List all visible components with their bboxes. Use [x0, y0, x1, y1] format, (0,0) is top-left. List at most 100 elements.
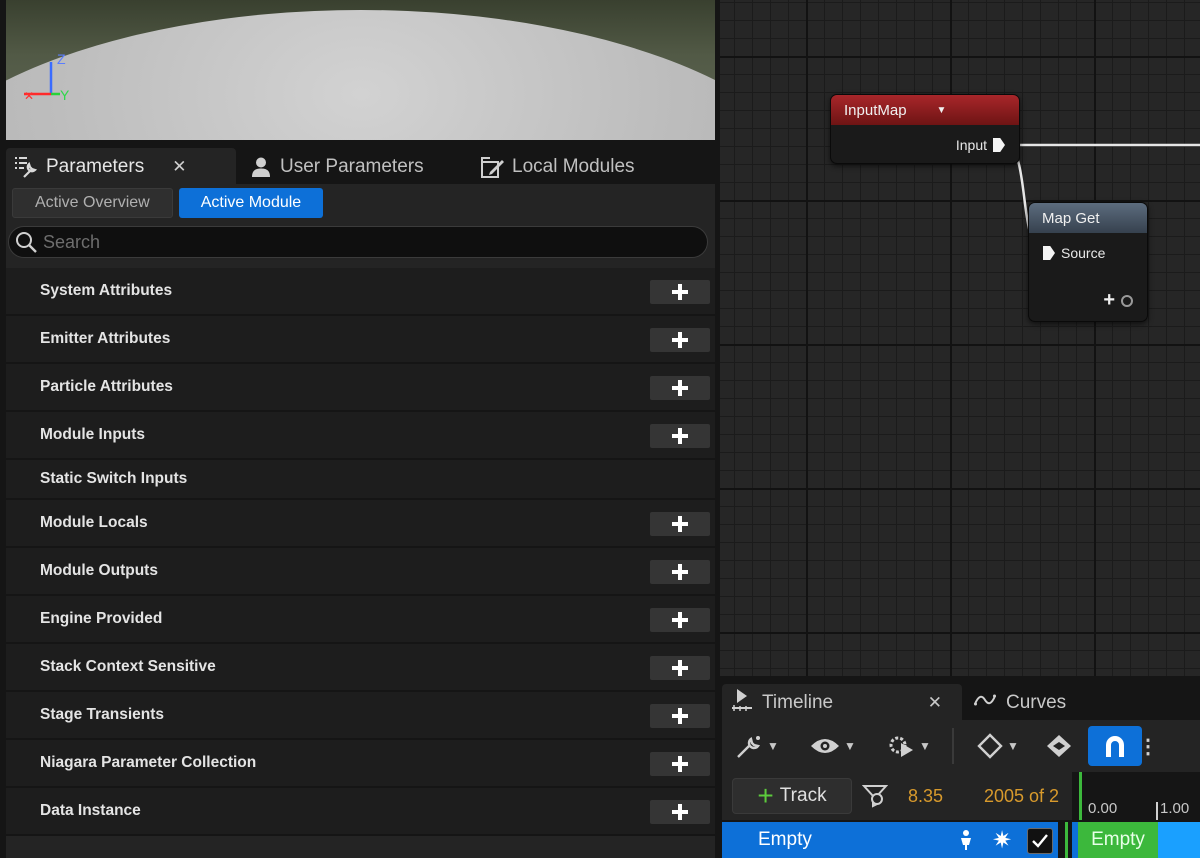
- left-column: ✕ Z Y Parameters ✕ User Parameters Local…: [0, 0, 718, 858]
- more-options-icon[interactable]: ⋮: [1138, 726, 1158, 766]
- tab-timeline[interactable]: Timeline ✕: [722, 684, 962, 722]
- add-parameter-button[interactable]: [650, 560, 710, 584]
- playhead[interactable]: [1079, 772, 1082, 820]
- category-row[interactable]: System Attributes: [6, 268, 715, 316]
- exec-pin-icon: [1043, 246, 1055, 260]
- timeline-toolbar: ▼ ▼ ▼ ▼ ⋮: [722, 720, 1200, 772]
- axis-gizmo-icon: ✕ Z Y: [24, 51, 70, 103]
- track-clip-selection[interactable]: [1158, 822, 1200, 858]
- category-label: Engine Provided: [40, 610, 163, 627]
- current-time-value[interactable]: 8.35: [908, 786, 943, 807]
- add-parameter-button[interactable]: [650, 656, 710, 680]
- track-row: + Track 8.35 2005 of 2 0.00 1.00: [722, 772, 1200, 820]
- category-row[interactable]: Engine Provided: [6, 596, 715, 644]
- snap-toggle[interactable]: [1088, 726, 1142, 766]
- add-parameter-button[interactable]: [650, 704, 710, 728]
- playback-dropdown[interactable]: ▼: [874, 726, 944, 766]
- plus-icon: [672, 516, 688, 532]
- plus-icon: +: [1103, 289, 1115, 311]
- ruler-tick-mark: [1156, 802, 1158, 820]
- chevron-down-icon: ▼: [919, 739, 931, 753]
- wrench-list-icon: [14, 156, 40, 178]
- active-module-button[interactable]: Active Module: [178, 188, 324, 218]
- category-row[interactable]: Stage Transients: [6, 692, 715, 740]
- category-row[interactable]: Module Inputs: [6, 412, 715, 460]
- category-label: Stage Transients: [40, 706, 165, 723]
- settings-dropdown[interactable]: ▼: [722, 726, 792, 766]
- timeline-panel: Timeline ✕ Curves ▼ ▼ ▼ ▼ ⋮ + Track 8.35…: [722, 676, 1200, 858]
- time-ruler[interactable]: 0.00 1.00: [1072, 772, 1200, 820]
- tab-local-modules[interactable]: Local Modules: [480, 148, 680, 186]
- add-parameter-button[interactable]: [650, 376, 710, 400]
- plus-icon: [672, 612, 688, 628]
- emitter-track-row[interactable]: Empty ✷ Empty: [722, 822, 1200, 858]
- track-clip[interactable]: Empty: [1078, 822, 1158, 858]
- preview-mesh: [6, 10, 715, 140]
- category-row[interactable]: Niagara Parameter Collection: [6, 740, 715, 788]
- wrench-icon: [737, 736, 761, 758]
- add-parameter-button[interactable]: [650, 800, 710, 824]
- category-row[interactable]: Emitter Attributes: [6, 316, 715, 364]
- search-input[interactable]: [43, 231, 707, 253]
- key-dropdown[interactable]: ▼: [962, 726, 1034, 766]
- tab-curves[interactable]: Curves: [974, 684, 1134, 722]
- view-dropdown[interactable]: ▼: [792, 726, 874, 766]
- plus-icon: [672, 660, 688, 676]
- close-icon[interactable]: ✕: [172, 157, 186, 177]
- add-parameter-button[interactable]: [650, 424, 710, 448]
- add-parameter-button[interactable]: [650, 752, 710, 776]
- person-icon[interactable]: [958, 829, 974, 856]
- node-graph[interactable]: InputMap ▼ Input Map Get Source +: [720, 0, 1200, 676]
- user-icon: [248, 156, 274, 178]
- plus-icon: [672, 804, 688, 820]
- exec-pin-icon: [993, 138, 1005, 152]
- tab-parameters[interactable]: Parameters ✕: [6, 148, 236, 186]
- plus-icon: [672, 708, 688, 724]
- axis-z-label: Z: [57, 51, 66, 67]
- plus-icon: [672, 332, 688, 348]
- add-track-button[interactable]: + Track: [732, 778, 852, 814]
- map-get-node[interactable]: Map Get Source +: [1028, 202, 1148, 322]
- category-label: Niagara Parameter Collection: [40, 754, 257, 771]
- module-edit-icon: [480, 156, 506, 178]
- input-pin[interactable]: Input: [956, 137, 1005, 153]
- eye-icon: [811, 739, 840, 753]
- category-row[interactable]: Stack Context Sensitive: [6, 644, 715, 692]
- input-map-node[interactable]: InputMap ▼ Input: [830, 94, 1020, 164]
- plus-icon: [672, 756, 688, 772]
- ruler-tick-1: 1.00: [1160, 800, 1190, 817]
- enabled-checkbox[interactable]: [1027, 828, 1053, 854]
- add-parameter-button[interactable]: [650, 608, 710, 632]
- add-parameter-button[interactable]: [650, 280, 710, 304]
- tab-local-modules-label: Local Modules: [512, 156, 635, 177]
- tab-user-parameters[interactable]: User Parameters: [248, 148, 468, 186]
- mode-toggle: Active Overview Active Module: [12, 188, 324, 218]
- category-row[interactable]: Particle Attributes: [6, 364, 715, 412]
- active-overview-button[interactable]: Active Overview: [12, 188, 173, 218]
- plus-icon: [672, 380, 688, 396]
- filter-icon[interactable]: [861, 784, 889, 813]
- chevron-down-icon: ▼: [1007, 739, 1019, 753]
- checkmark-icon: [1032, 834, 1048, 848]
- close-icon[interactable]: ✕: [928, 693, 942, 713]
- add-parameter-button[interactable]: [650, 328, 710, 352]
- category-row[interactable]: Static Switch Inputs: [6, 460, 715, 500]
- category-row[interactable]: Data Instance: [6, 788, 715, 836]
- add-parameter-button[interactable]: [650, 512, 710, 536]
- plus-icon: [672, 284, 688, 300]
- plus-icon: [672, 564, 688, 580]
- key-nav-button[interactable]: [1034, 726, 1084, 766]
- category-label: Particle Attributes: [40, 378, 173, 395]
- source-pin[interactable]: Source: [1043, 245, 1105, 261]
- add-pin-button[interactable]: +: [1103, 289, 1133, 312]
- preview-viewport[interactable]: ✕ Z Y: [6, 0, 715, 140]
- category-label: Module Locals: [40, 514, 148, 531]
- dropdown-icon[interactable]: ▼: [937, 105, 947, 116]
- category-row[interactable]: Module Outputs: [6, 548, 715, 596]
- burst-icon[interactable]: ✷: [992, 826, 1012, 855]
- tab-timeline-label: Timeline: [762, 692, 834, 713]
- key-arrows-icon: [1047, 735, 1071, 757]
- map-get-node-header: Map Get: [1029, 203, 1147, 233]
- category-row[interactable]: Module Locals: [6, 500, 715, 548]
- chevron-down-icon: ▼: [844, 739, 856, 753]
